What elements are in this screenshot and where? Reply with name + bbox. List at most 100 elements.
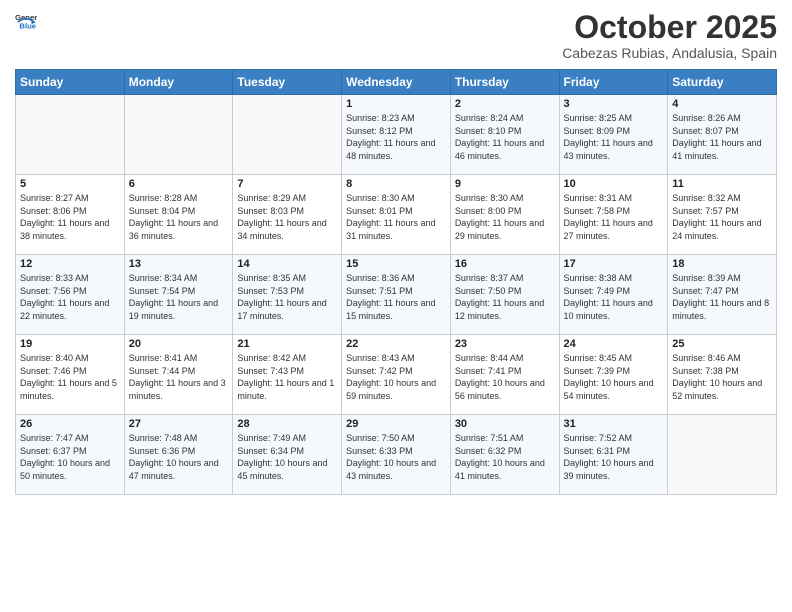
day-info: Sunrise: 8:41 AM Sunset: 7:44 PM Dayligh… [129, 352, 229, 402]
calendar-week-3: 12 Sunrise: 8:33 AM Sunset: 7:56 PM Dayl… [16, 255, 777, 335]
calendar-cell: 19 Sunrise: 8:40 AM Sunset: 7:46 PM Dayl… [16, 335, 125, 415]
day-info: Sunrise: 8:23 AM Sunset: 8:12 PM Dayligh… [346, 112, 446, 162]
day-number: 29 [346, 418, 446, 430]
day-info: Sunrise: 8:31 AM Sunset: 7:58 PM Dayligh… [564, 192, 664, 242]
calendar-cell: 2 Sunrise: 8:24 AM Sunset: 8:10 PM Dayli… [450, 95, 559, 175]
calendar-cell: 26 Sunrise: 7:47 AM Sunset: 6:37 PM Dayl… [16, 415, 125, 495]
calendar-week-1: 1 Sunrise: 8:23 AM Sunset: 8:12 PM Dayli… [16, 95, 777, 175]
logo-icon: General Blue [15, 10, 37, 32]
day-info: Sunrise: 7:49 AM Sunset: 6:34 PM Dayligh… [237, 432, 337, 482]
day-info: Sunrise: 8:32 AM Sunset: 7:57 PM Dayligh… [672, 192, 772, 242]
day-info: Sunrise: 8:38 AM Sunset: 7:49 PM Dayligh… [564, 272, 664, 322]
day-number: 3 [564, 98, 664, 110]
day-number: 28 [237, 418, 337, 430]
svg-text:General: General [15, 13, 37, 22]
calendar-cell: 5 Sunrise: 8:27 AM Sunset: 8:06 PM Dayli… [16, 175, 125, 255]
calendar-cell: 4 Sunrise: 8:26 AM Sunset: 8:07 PM Dayli… [668, 95, 777, 175]
day-number: 16 [455, 258, 555, 270]
day-number: 12 [20, 258, 120, 270]
day-number: 2 [455, 98, 555, 110]
day-info: Sunrise: 8:28 AM Sunset: 8:04 PM Dayligh… [129, 192, 229, 242]
calendar-week-2: 5 Sunrise: 8:27 AM Sunset: 8:06 PM Dayli… [16, 175, 777, 255]
calendar-cell: 10 Sunrise: 8:31 AM Sunset: 7:58 PM Dayl… [559, 175, 668, 255]
header-tuesday: Tuesday [233, 70, 342, 95]
calendar-cell: 11 Sunrise: 8:32 AM Sunset: 7:57 PM Dayl… [668, 175, 777, 255]
header-friday: Friday [559, 70, 668, 95]
day-number: 7 [237, 178, 337, 190]
header: General Blue October 2025 Cabezas Rubias… [15, 10, 777, 61]
calendar-cell: 14 Sunrise: 8:35 AM Sunset: 7:53 PM Dayl… [233, 255, 342, 335]
calendar-cell: 16 Sunrise: 8:37 AM Sunset: 7:50 PM Dayl… [450, 255, 559, 335]
day-info: Sunrise: 8:30 AM Sunset: 8:01 PM Dayligh… [346, 192, 446, 242]
day-info: Sunrise: 7:48 AM Sunset: 6:36 PM Dayligh… [129, 432, 229, 482]
day-info: Sunrise: 8:27 AM Sunset: 8:06 PM Dayligh… [20, 192, 120, 242]
calendar-cell: 22 Sunrise: 8:43 AM Sunset: 7:42 PM Dayl… [342, 335, 451, 415]
day-info: Sunrise: 8:33 AM Sunset: 7:56 PM Dayligh… [20, 272, 120, 322]
day-number: 20 [129, 338, 229, 350]
calendar-table: Sunday Monday Tuesday Wednesday Thursday… [15, 69, 777, 495]
day-info: Sunrise: 8:29 AM Sunset: 8:03 PM Dayligh… [237, 192, 337, 242]
day-number: 11 [672, 178, 772, 190]
day-number: 17 [564, 258, 664, 270]
location: Cabezas Rubias, Andalusia, Spain [562, 45, 777, 61]
logo: General Blue [15, 10, 37, 32]
day-number: 6 [129, 178, 229, 190]
day-info: Sunrise: 8:43 AM Sunset: 7:42 PM Dayligh… [346, 352, 446, 402]
day-number: 25 [672, 338, 772, 350]
day-info: Sunrise: 8:46 AM Sunset: 7:38 PM Dayligh… [672, 352, 772, 402]
day-info: Sunrise: 8:45 AM Sunset: 7:39 PM Dayligh… [564, 352, 664, 402]
calendar-cell [668, 415, 777, 495]
header-monday: Monday [124, 70, 233, 95]
header-saturday: Saturday [668, 70, 777, 95]
day-info: Sunrise: 7:47 AM Sunset: 6:37 PM Dayligh… [20, 432, 120, 482]
calendar-cell [16, 95, 125, 175]
day-number: 5 [20, 178, 120, 190]
day-number: 9 [455, 178, 555, 190]
calendar-cell: 8 Sunrise: 8:30 AM Sunset: 8:01 PM Dayli… [342, 175, 451, 255]
calendar-cell: 7 Sunrise: 8:29 AM Sunset: 8:03 PM Dayli… [233, 175, 342, 255]
header-wednesday: Wednesday [342, 70, 451, 95]
title-block: October 2025 Cabezas Rubias, Andalusia, … [562, 10, 777, 61]
day-number: 23 [455, 338, 555, 350]
calendar-cell: 30 Sunrise: 7:51 AM Sunset: 6:32 PM Dayl… [450, 415, 559, 495]
calendar-cell: 6 Sunrise: 8:28 AM Sunset: 8:04 PM Dayli… [124, 175, 233, 255]
day-number: 10 [564, 178, 664, 190]
day-info: Sunrise: 8:44 AM Sunset: 7:41 PM Dayligh… [455, 352, 555, 402]
calendar-cell: 9 Sunrise: 8:30 AM Sunset: 8:00 PM Dayli… [450, 175, 559, 255]
day-info: Sunrise: 7:51 AM Sunset: 6:32 PM Dayligh… [455, 432, 555, 482]
day-number: 1 [346, 98, 446, 110]
day-info: Sunrise: 8:36 AM Sunset: 7:51 PM Dayligh… [346, 272, 446, 322]
day-info: Sunrise: 8:39 AM Sunset: 7:47 PM Dayligh… [672, 272, 772, 322]
calendar-cell: 31 Sunrise: 7:52 AM Sunset: 6:31 PM Dayl… [559, 415, 668, 495]
day-info: Sunrise: 8:34 AM Sunset: 7:54 PM Dayligh… [129, 272, 229, 322]
calendar-week-5: 26 Sunrise: 7:47 AM Sunset: 6:37 PM Dayl… [16, 415, 777, 495]
calendar-cell: 12 Sunrise: 8:33 AM Sunset: 7:56 PM Dayl… [16, 255, 125, 335]
calendar-cell [124, 95, 233, 175]
day-number: 24 [564, 338, 664, 350]
calendar-cell: 25 Sunrise: 8:46 AM Sunset: 7:38 PM Dayl… [668, 335, 777, 415]
svg-text:Blue: Blue [19, 22, 36, 31]
calendar-week-4: 19 Sunrise: 8:40 AM Sunset: 7:46 PM Dayl… [16, 335, 777, 415]
calendar-cell: 21 Sunrise: 8:42 AM Sunset: 7:43 PM Dayl… [233, 335, 342, 415]
calendar-cell: 17 Sunrise: 8:38 AM Sunset: 7:49 PM Dayl… [559, 255, 668, 335]
calendar-cell: 28 Sunrise: 7:49 AM Sunset: 6:34 PM Dayl… [233, 415, 342, 495]
day-number: 30 [455, 418, 555, 430]
calendar-cell: 1 Sunrise: 8:23 AM Sunset: 8:12 PM Dayli… [342, 95, 451, 175]
day-info: Sunrise: 7:50 AM Sunset: 6:33 PM Dayligh… [346, 432, 446, 482]
day-number: 27 [129, 418, 229, 430]
page: General Blue October 2025 Cabezas Rubias… [0, 0, 792, 612]
day-number: 14 [237, 258, 337, 270]
day-number: 4 [672, 98, 772, 110]
header-thursday: Thursday [450, 70, 559, 95]
calendar-cell: 15 Sunrise: 8:36 AM Sunset: 7:51 PM Dayl… [342, 255, 451, 335]
day-info: Sunrise: 8:35 AM Sunset: 7:53 PM Dayligh… [237, 272, 337, 322]
day-headers-row: Sunday Monday Tuesday Wednesday Thursday… [16, 70, 777, 95]
day-number: 26 [20, 418, 120, 430]
day-number: 19 [20, 338, 120, 350]
day-number: 22 [346, 338, 446, 350]
calendar-cell: 18 Sunrise: 8:39 AM Sunset: 7:47 PM Dayl… [668, 255, 777, 335]
day-info: Sunrise: 8:26 AM Sunset: 8:07 PM Dayligh… [672, 112, 772, 162]
day-number: 13 [129, 258, 229, 270]
day-number: 21 [237, 338, 337, 350]
calendar-cell [233, 95, 342, 175]
